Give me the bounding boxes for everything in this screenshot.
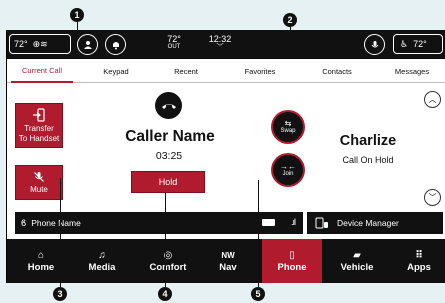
tab-favorites[interactable]: Favorites xyxy=(231,59,289,83)
battery-icon xyxy=(262,219,275,226)
scroll-up-button[interactable]: ︿ xyxy=(424,91,441,108)
outside-temp-value: 72° xyxy=(167,34,181,44)
climate-left-button[interactable]: 72° ⊕≋ xyxy=(9,34,71,54)
bluetooth-icon: ϐ xyxy=(21,218,27,228)
swap-button-inner: ⇆ Swap xyxy=(273,112,303,142)
device-icon xyxy=(315,217,328,229)
nav-home-label: Home xyxy=(27,262,55,273)
transfer-icon xyxy=(33,108,45,122)
vehicle-icon: ▰ xyxy=(353,250,361,261)
join-button-inner: →← Join xyxy=(273,155,303,185)
tab-keypad[interactable]: Keypad xyxy=(89,59,143,83)
swap-button[interactable]: ⇆ Swap xyxy=(271,110,305,144)
tab-messages[interactable]: Messages xyxy=(381,59,443,83)
bell-icon xyxy=(112,41,119,49)
signal-strength-icon: .ıl xyxy=(290,217,296,227)
nav-nav[interactable]: NW Nav xyxy=(205,239,251,283)
nav-home[interactable]: ⌂ Home xyxy=(19,239,63,283)
nav-vehicle[interactable]: ▰ Vehicle xyxy=(328,239,386,283)
mute-label: Mute xyxy=(30,184,48,194)
second-caller-name: Charlize xyxy=(339,133,397,149)
phone-tabs: Current Call Keypad Recent Favorites Con… xyxy=(7,59,445,83)
home-icon: ⌂ xyxy=(37,250,45,261)
infotainment-screen: 72° ⊕≋ 72° OUT 12:32 ﹀ ♿ 72° Current Cal… xyxy=(6,30,445,283)
callout-1: 1 xyxy=(70,8,84,22)
caller-name: Caller Name xyxy=(125,128,215,145)
nav-media[interactable]: ♫ Media xyxy=(77,239,127,283)
hold-button[interactable]: Hold xyxy=(131,171,205,193)
hold-label: Hold xyxy=(158,176,178,187)
mute-button[interactable]: Mute xyxy=(15,165,63,200)
callout-4-leader xyxy=(165,193,166,287)
outside-temp: 72° OUT xyxy=(162,34,186,50)
join-button[interactable]: →← Join xyxy=(271,153,305,187)
seat-icon: ♿ xyxy=(400,38,409,49)
callout-5: 5 xyxy=(251,287,265,301)
nav-comfort[interactable]: ◎ Comfort xyxy=(137,239,199,283)
voice-button[interactable] xyxy=(364,34,385,55)
tab-current-call[interactable]: Current Call xyxy=(11,59,73,83)
left-temp: 72° xyxy=(14,39,28,49)
bottom-nav: ⌂ Home ♫ Media ◎ Comfort NW Nav ▯ Phone … xyxy=(7,239,445,283)
nav-comfort-label: Comfort xyxy=(149,262,187,273)
join-label: Join xyxy=(282,171,294,177)
nav-phone[interactable]: ▯ Phone xyxy=(262,239,322,283)
profile-button[interactable] xyxy=(77,34,98,55)
swap-icon: ⇆ xyxy=(284,119,292,128)
nav-apps-label: Apps xyxy=(407,262,431,273)
callout-5-leader xyxy=(258,180,259,287)
microphone-icon xyxy=(371,40,378,47)
swap-label: Swap xyxy=(280,128,296,134)
music-note-icon: ♫ xyxy=(98,250,106,261)
end-call-button[interactable] xyxy=(155,92,182,119)
nav-apps[interactable]: ⠿ Apps xyxy=(396,239,442,283)
hang-up-icon xyxy=(161,103,176,109)
person-icon xyxy=(83,40,92,49)
status-bar: 72° ⊕≋ 72° OUT 12:32 ﹀ ♿ 72° xyxy=(7,30,445,59)
callout-3: 3 xyxy=(53,287,67,301)
transfer-label-2: To Handset xyxy=(18,133,60,143)
phone-name-bar: ϐ Phone Name .ıl xyxy=(15,212,303,234)
tab-contacts[interactable]: Contacts xyxy=(309,59,365,83)
right-temp: 72° xyxy=(413,39,427,49)
microphone-muted-icon xyxy=(34,171,44,182)
nav-media-label: Media xyxy=(88,262,116,273)
device-manager-button[interactable]: Device Manager xyxy=(307,212,443,234)
join-icon: →← xyxy=(280,162,296,171)
compass-icon: NW xyxy=(221,251,235,260)
nav-phone-label: Phone xyxy=(277,262,307,273)
nav-nav-label: Nav xyxy=(219,262,237,273)
chevron-down-icon[interactable]: ﹀ xyxy=(207,44,233,51)
outside-temp-label: OUT xyxy=(167,44,181,50)
notification-button[interactable] xyxy=(105,34,126,55)
chevron-down-icon: ﹀ xyxy=(428,193,437,202)
nav-vehicle-label: Vehicle xyxy=(340,262,374,273)
apps-grid-icon: ⠿ xyxy=(415,250,423,261)
clock-time: 12:32 xyxy=(208,34,232,44)
seat-heat-icon: ⊕≋ xyxy=(32,38,48,49)
device-manager-label: Device Manager xyxy=(337,218,399,228)
transfer-label-1: Transfer xyxy=(24,124,54,134)
callout-3-leader xyxy=(60,178,61,287)
phone-name: Phone Name xyxy=(31,218,81,228)
tab-recent[interactable]: Recent xyxy=(159,59,213,83)
chevron-up-icon: ︿ xyxy=(428,95,437,104)
second-caller-status: Call On Hold xyxy=(342,155,394,165)
climate-right-button[interactable]: ♿ 72° xyxy=(393,34,443,54)
clock: 12:32 ﹀ xyxy=(207,34,233,51)
call-duration: 03:25 xyxy=(155,150,183,162)
transfer-to-handset-button[interactable]: Transfer To Handset xyxy=(15,103,63,148)
callout-2: 2 xyxy=(283,13,297,27)
phone-icon: ▯ xyxy=(289,250,295,261)
callout-4: 4 xyxy=(158,287,172,301)
scroll-down-button[interactable]: ﹀ xyxy=(424,189,441,206)
